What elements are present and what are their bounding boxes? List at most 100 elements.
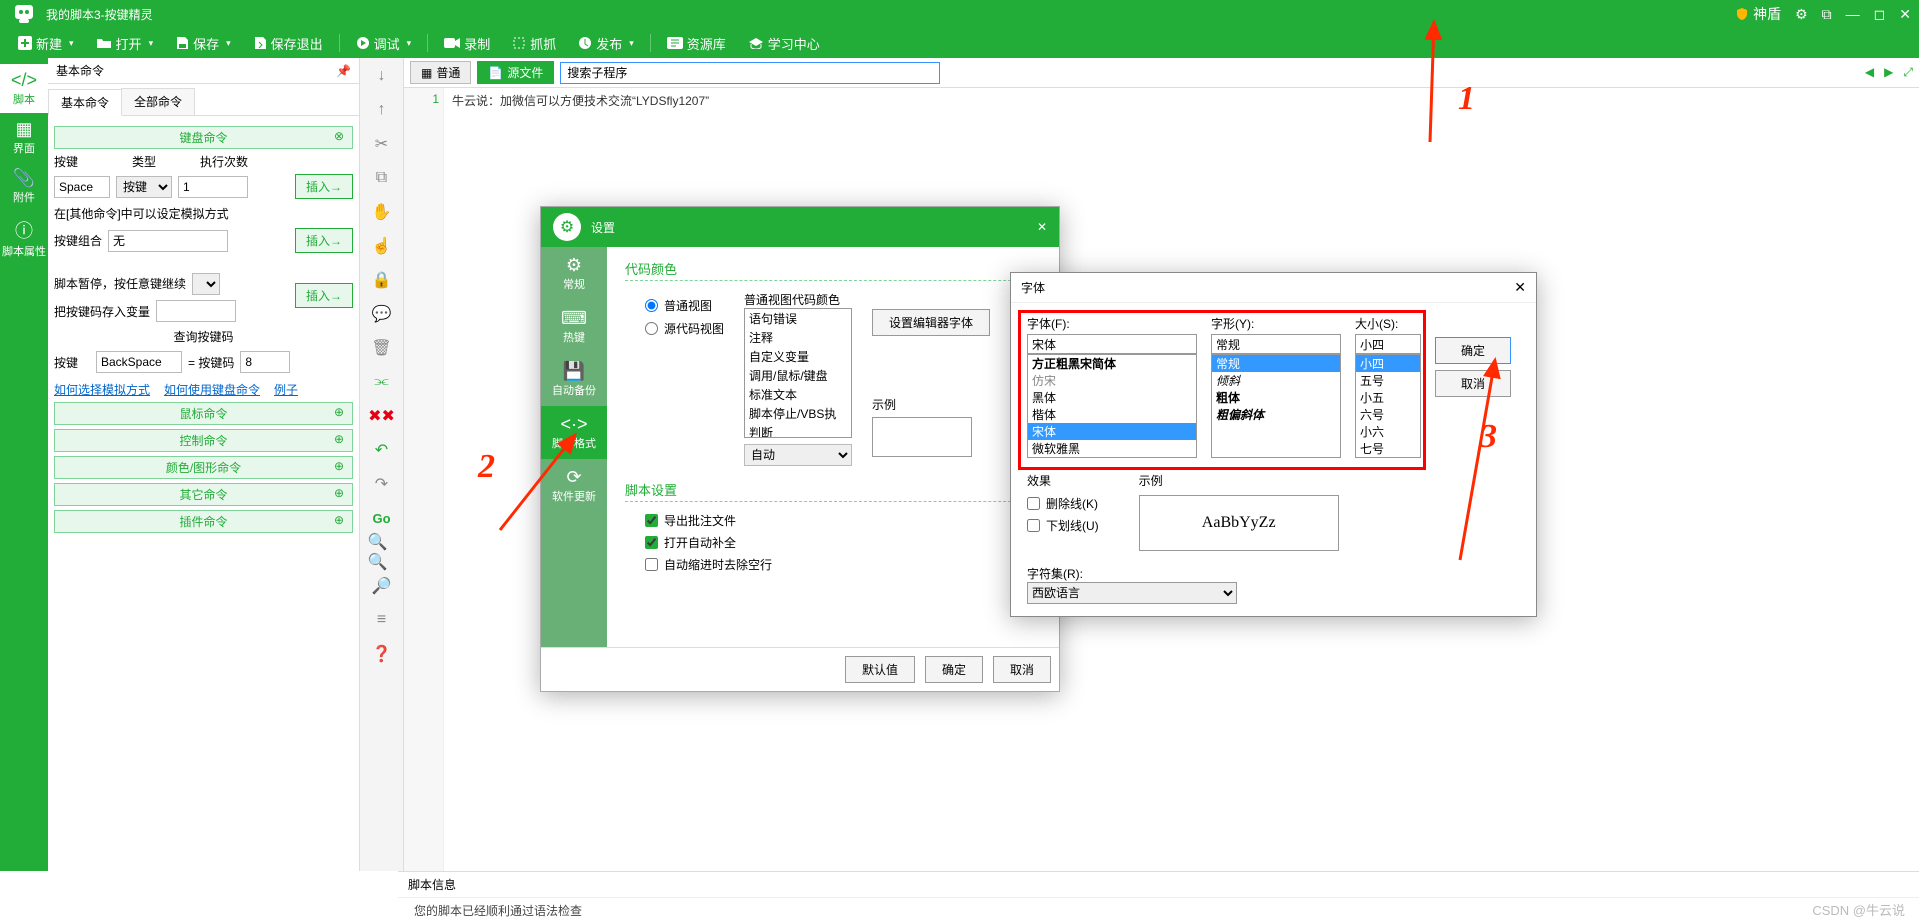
find2-icon[interactable]: 🔎: [368, 574, 396, 598]
move-up-icon[interactable]: ↑: [368, 98, 396, 122]
settings-close-icon[interactable]: ✕: [1037, 220, 1047, 234]
nav-next-icon[interactable]: ▶: [1884, 65, 1893, 80]
side-update[interactable]: ⟳软件更新: [541, 459, 607, 512]
copy-icon[interactable]: ⧉: [368, 166, 396, 190]
open-button[interactable]: 打开▾: [86, 28, 164, 58]
view-source[interactable]: 📄 源文件: [477, 61, 554, 84]
cb-auto[interactable]: [645, 536, 658, 549]
side-general[interactable]: ⚙常规: [541, 247, 607, 300]
help-icon[interactable]: ❓: [368, 642, 396, 666]
cb-indent[interactable]: [645, 558, 658, 571]
tab-basic[interactable]: 基本命令: [48, 89, 122, 116]
count-input[interactable]: [178, 176, 248, 198]
pin-icon[interactable]: 📌: [336, 64, 351, 78]
nav-prev-icon[interactable]: ◀: [1865, 65, 1874, 80]
qcode-input[interactable]: [240, 351, 290, 373]
link-icon[interactable]: ⫘: [368, 370, 396, 394]
link-example[interactable]: 例子: [274, 381, 298, 398]
section-ctrl[interactable]: 控制命令⊕: [54, 429, 353, 452]
settings-title: 设置: [591, 219, 615, 236]
cb-strike[interactable]: [1027, 497, 1040, 510]
rail-script[interactable]: </>脚本: [0, 64, 48, 113]
delete-icon[interactable]: 🗑: [368, 336, 396, 360]
find-icon[interactable]: 🔍🔍: [368, 540, 396, 564]
cb-under[interactable]: [1027, 519, 1040, 532]
new-button[interactable]: 新建▾: [8, 28, 84, 58]
search-input[interactable]: [560, 62, 940, 84]
rail-attach[interactable]: 📎附件: [0, 162, 48, 211]
charset-select[interactable]: 西欧语言: [1027, 582, 1237, 604]
resource-button[interactable]: 资源库: [657, 28, 736, 58]
section-mouse[interactable]: 鼠标命令⊕: [54, 402, 353, 425]
font-input[interactable]: [1027, 334, 1197, 354]
font-button[interactable]: 设置编辑器字体: [872, 309, 990, 336]
radio-normal[interactable]: [645, 299, 658, 312]
size-input[interactable]: [1355, 334, 1421, 354]
var-input[interactable]: [156, 300, 236, 322]
size-list[interactable]: 小四 五号 小五 六号 小六 七号 八号: [1355, 354, 1421, 458]
titlebar: 我的脚本3-按键精灵 神盾 ⚙ ⧉ — ◻ ✕: [0, 0, 1919, 28]
side-format[interactable]: <·>脚本格式: [541, 406, 607, 459]
lock-icon[interactable]: 🔒: [368, 268, 396, 292]
gear-icon: ⚙: [553, 213, 581, 241]
sample-box: [872, 417, 972, 457]
align-icon[interactable]: ≡: [368, 608, 396, 632]
cut-icon[interactable]: ✂: [368, 132, 396, 156]
qkey-input[interactable]: [96, 351, 182, 373]
shield-button[interactable]: 神盾: [1735, 4, 1781, 24]
section-plugin[interactable]: 插件命令⊕: [54, 510, 353, 533]
pause-select[interactable]: [192, 273, 220, 295]
gear-icon[interactable]: ⚙: [1795, 6, 1808, 23]
combo-input[interactable]: [108, 230, 228, 252]
undo-icon[interactable]: ↶: [368, 438, 396, 462]
close-icon[interactable]: ✕: [1899, 6, 1911, 23]
record-button[interactable]: 录制: [434, 28, 500, 58]
minimize-icon[interactable]: —: [1846, 6, 1860, 22]
link-sim[interactable]: 如何选择模拟方式: [54, 381, 150, 398]
section-color[interactable]: 颜色/图形命令⊕: [54, 456, 353, 479]
save-button[interactable]: 保存▾: [165, 28, 241, 58]
settings-cancel-button[interactable]: 取消: [993, 656, 1051, 683]
font-list[interactable]: 方正粗黑宋简体 仿宋 黑体 楷体 宋体 微软雅黑 新宋体: [1027, 354, 1197, 458]
side-backup[interactable]: 💾自动备份: [541, 353, 607, 406]
restore-icon[interactable]: ⧉: [1822, 6, 1832, 23]
default-button[interactable]: 默认值: [845, 656, 915, 683]
insert-button-3[interactable]: 插入→: [295, 283, 353, 308]
grab-button[interactable]: 抓抓: [502, 28, 566, 58]
rail-props[interactable]: ⓘ脚本属性: [0, 211, 48, 265]
section-other[interactable]: 其它命令⊕: [54, 483, 353, 506]
view-normal[interactable]: ▦ 普通: [410, 61, 471, 84]
go-icon[interactable]: Go: [368, 506, 396, 530]
link-keyboard[interactable]: 如何使用键盘命令: [164, 381, 260, 398]
hand-icon[interactable]: ✋: [368, 200, 396, 224]
nav-expand-icon[interactable]: ⤢: [1903, 65, 1913, 80]
insert-button-2[interactable]: 插入→: [295, 228, 353, 253]
move-down-icon[interactable]: ↓: [368, 64, 396, 88]
comment-icon[interactable]: 💬: [368, 302, 396, 326]
learn-button[interactable]: 学习中心: [738, 28, 830, 58]
settings-ok-button[interactable]: 确定: [925, 656, 983, 683]
style-list[interactable]: 常规 倾斜 粗体 粗偏斜体: [1211, 354, 1341, 458]
font-cancel-button[interactable]: 取消: [1435, 370, 1511, 397]
style-input[interactable]: [1211, 334, 1341, 354]
font-close-icon[interactable]: ✕: [1514, 279, 1526, 296]
rail-ui[interactable]: ▦界面: [0, 113, 48, 162]
pointer-icon[interactable]: ☝: [368, 234, 396, 258]
type-select[interactable]: 按键: [116, 176, 172, 198]
maximize-icon[interactable]: ◻: [1874, 6, 1886, 23]
auto-select[interactable]: 自动: [744, 444, 852, 466]
redo-icon[interactable]: ↷: [368, 472, 396, 496]
font-ok-button[interactable]: 确定: [1435, 337, 1511, 364]
section-keyboard[interactable]: 键盘命令⊗: [54, 126, 353, 149]
bugs-icon[interactable]: ✖✖: [368, 404, 396, 428]
tab-all[interactable]: 全部命令: [121, 88, 195, 115]
save-exit-button[interactable]: 保存退出: [243, 28, 333, 58]
side-hotkey[interactable]: ⌨热键: [541, 300, 607, 353]
insert-button-1[interactable]: 插入→: [295, 174, 353, 199]
cb-export[interactable]: [645, 514, 658, 527]
debug-button[interactable]: 调试▾: [346, 28, 422, 58]
radio-src[interactable]: [645, 322, 658, 335]
publish-button[interactable]: 发布▾: [568, 28, 644, 58]
key-input[interactable]: [54, 176, 110, 198]
color-list[interactable]: 语句错误注释 自定义变量调用/鼠标/键盘 标准文本脚本停止/VBS执 判断跳转: [744, 308, 852, 438]
